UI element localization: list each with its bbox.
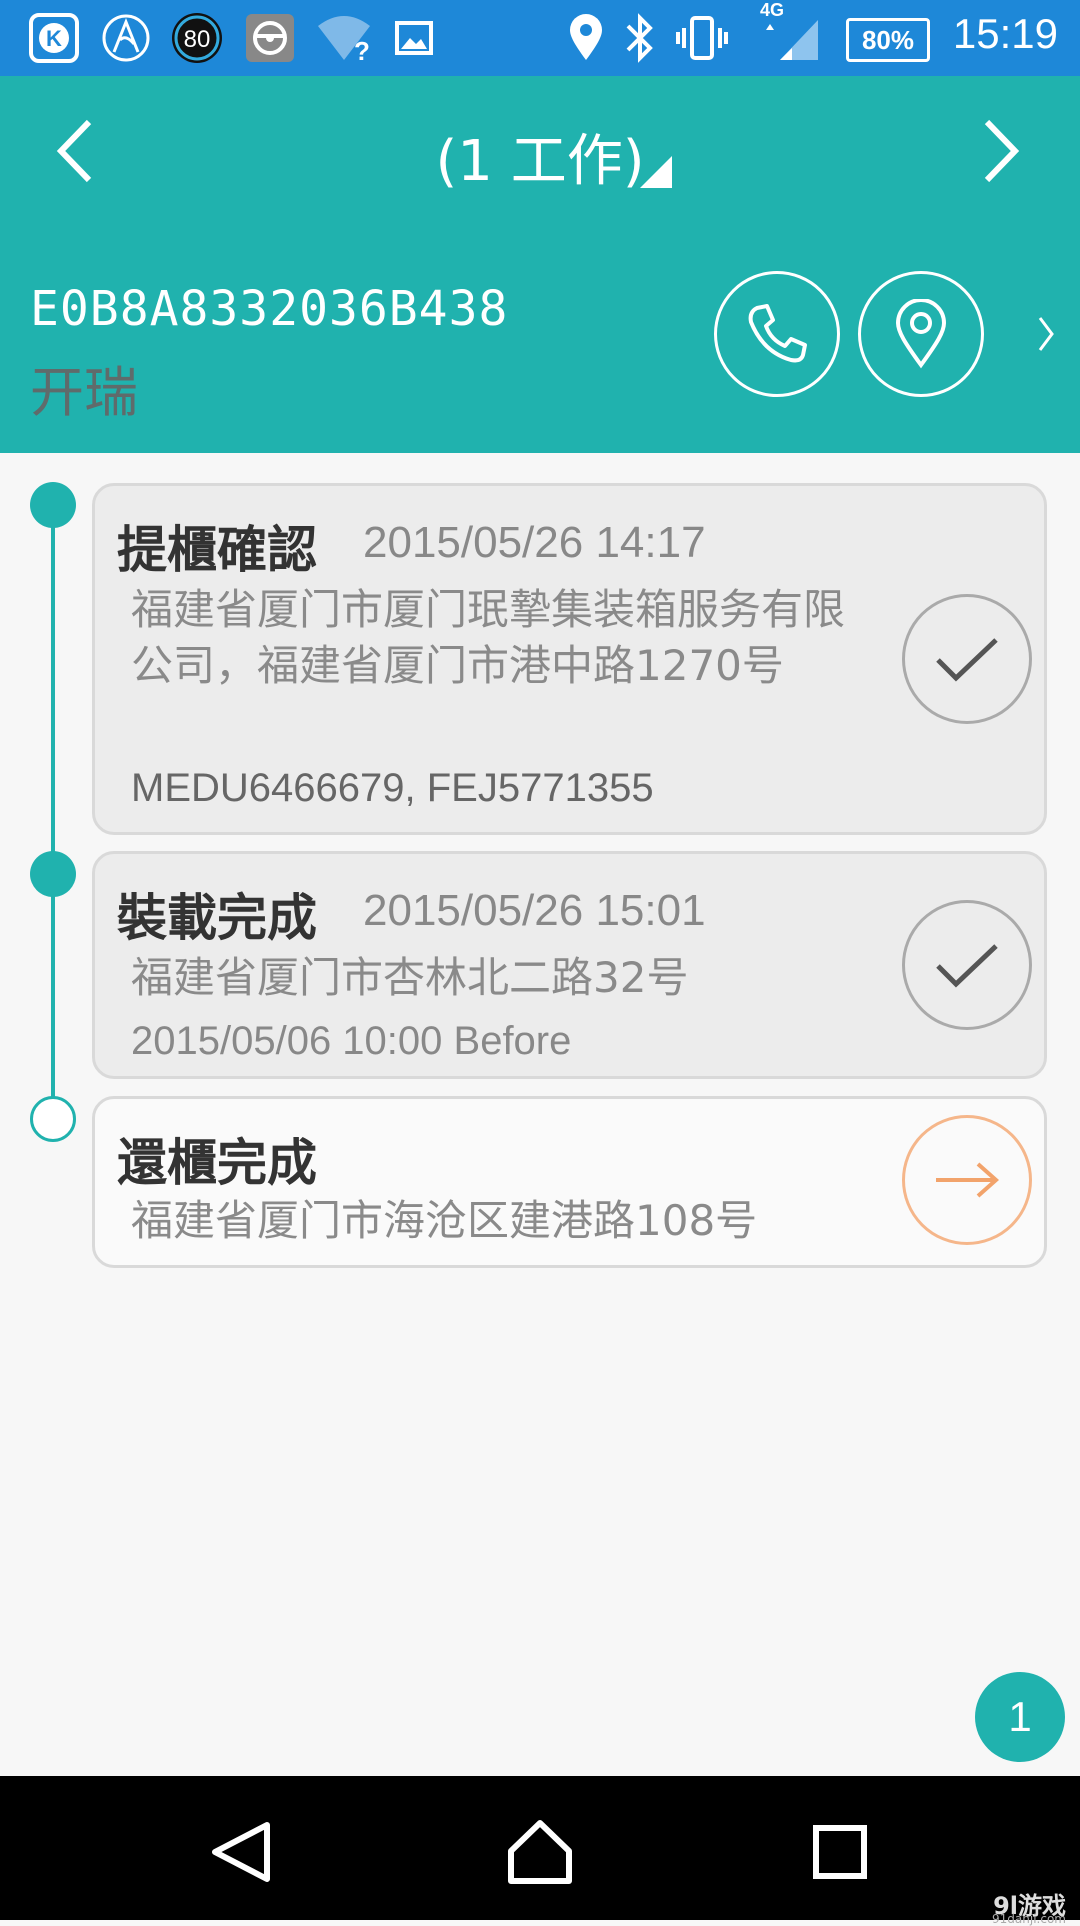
back-button[interactable] [202, 1812, 282, 1892]
task-title: 還櫃完成 [117, 1134, 317, 1192]
arrow-right-icon [936, 1162, 1000, 1198]
back-triangle-icon [212, 1822, 270, 1882]
gauge-icon: 80 [170, 12, 224, 64]
svg-text:?: ? [354, 36, 370, 64]
timeline-dot-done [30, 482, 76, 528]
signal-icon [758, 12, 822, 64]
task-card[interactable]: 還櫃完成 福建省厦门市海沧区建港路108号 [92, 1096, 1047, 1268]
dropdown-caret-icon[interactable] [640, 156, 672, 188]
task-time: 2015/05/26 15:01 [363, 886, 706, 935]
system-navigation-bar [0, 1776, 1080, 1920]
battery-indicator: 80% [846, 18, 930, 62]
phone-icon [748, 304, 807, 363]
steering-icon [244, 12, 296, 64]
recents-button[interactable] [800, 1812, 880, 1892]
container-numbers: MEDU6466679, FEJ5771355 [131, 766, 654, 810]
start-task-button[interactable] [902, 1115, 1032, 1245]
image-icon [394, 12, 434, 64]
k-app-icon: K [28, 12, 80, 64]
job-count-badge[interactable]: 1 [975, 1672, 1065, 1762]
order-id: E0B8A8332036B438 [30, 281, 509, 337]
complete-task-button[interactable] [902, 900, 1032, 1030]
company-name: 开瑞 [30, 361, 138, 424]
checkmark-icon [936, 638, 998, 682]
home-button[interactable] [500, 1812, 580, 1892]
task-address: 福建省厦门市海沧区建港路108号 [131, 1196, 758, 1245]
vibrate-icon [674, 12, 730, 64]
checkmark-icon [936, 944, 998, 988]
bluetooth-icon [620, 12, 660, 64]
status-bar: K 80 ? 4G 80% 15:19 [0, 0, 1080, 76]
task-title: 裝載完成 [117, 889, 317, 947]
location-icon [566, 12, 606, 64]
task-card[interactable]: 提櫃確認 2015/05/26 14:17 福建省厦门市厦门珉摯集装箱服务有限公… [92, 483, 1047, 835]
svg-text:80: 80 [184, 26, 211, 53]
timeline-dot-done [30, 851, 76, 897]
svg-text:K: K [46, 26, 62, 51]
job-title[interactable]: (1 工作) [0, 116, 1080, 197]
map-pin-icon [895, 299, 947, 369]
home-icon [508, 1820, 572, 1884]
task-address: 福建省厦门市杏林北二路32号 [131, 953, 689, 1002]
task-address: 福建省厦门市厦门珉摯集装箱服务有限公司，福建省厦门市港中路1270号 [131, 585, 846, 690]
wifi-question-icon: ? [316, 12, 372, 64]
task-deadline: 2015/05/06 10:00 Before [131, 1019, 572, 1063]
call-button[interactable] [714, 271, 840, 397]
complete-task-button[interactable] [902, 594, 1032, 724]
watermark: 9l游戏 91danji.com [992, 1886, 1066, 1926]
timeline-line [51, 504, 55, 1116]
recents-square-icon [813, 1825, 867, 1879]
job-header: (1 工作) E0B8A8332036B438 开瑞 [0, 76, 1080, 453]
timeline-dot-pending [30, 1096, 76, 1142]
map-button[interactable] [858, 271, 984, 397]
navigation-app-icon [100, 12, 152, 64]
next-button[interactable] [962, 106, 1042, 196]
clock: 15:19 [952, 10, 1058, 57]
task-title: 提櫃確認 [117, 521, 317, 579]
more-details-chevron-icon[interactable] [1036, 314, 1056, 358]
task-card[interactable]: 裝載完成 2015/05/26 15:01 福建省厦门市杏林北二路32号 201… [92, 851, 1047, 1079]
watermark-url: 91danji.com [992, 1912, 1066, 1926]
task-time: 2015/05/26 14:17 [363, 518, 706, 567]
